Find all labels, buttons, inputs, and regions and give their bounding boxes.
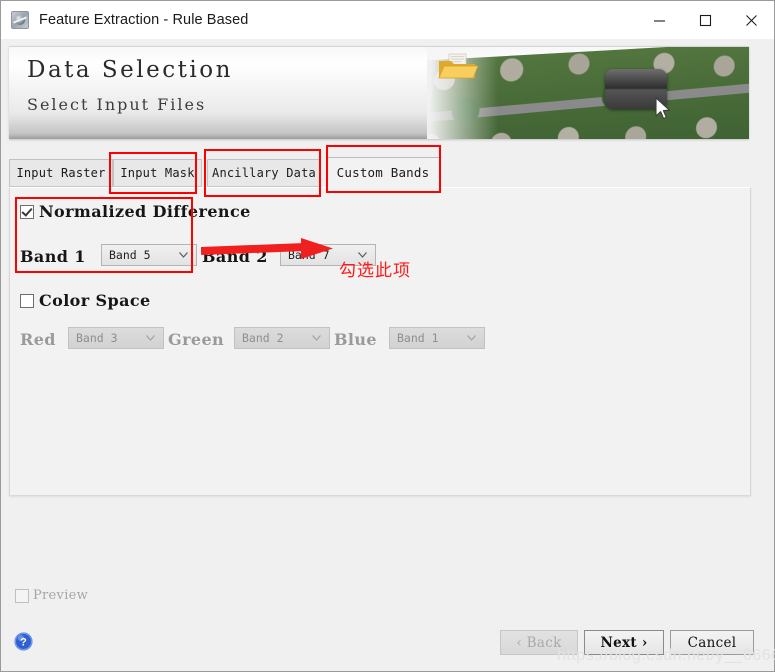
band1-dropdown[interactable]: Band 5 bbox=[101, 244, 197, 266]
normalized-difference-label: Normalized Difference bbox=[39, 202, 251, 221]
custom-bands-panel: Normalized Difference Band 1 Band 5 Band… bbox=[9, 187, 751, 496]
green-label: Green bbox=[168, 330, 225, 349]
banner-title: Data Selection bbox=[27, 57, 233, 83]
application-window: Feature Extraction - Rule Based Data Sel… bbox=[0, 0, 775, 672]
back-button-label: ‹ Back bbox=[516, 634, 562, 651]
close-icon[interactable] bbox=[728, 1, 774, 39]
preview-row[interactable]: Preview bbox=[15, 588, 88, 603]
blue-band-dropdown[interactable]: Band 1 bbox=[389, 327, 485, 349]
help-question-icon[interactable]: ? bbox=[14, 632, 33, 651]
tab-label: Input Mask bbox=[120, 166, 195, 180]
normalized-difference-checkbox[interactable] bbox=[20, 204, 34, 219]
tab-label: Custom Bands bbox=[336, 165, 430, 180]
red-arrow-annotation bbox=[201, 238, 333, 259]
chevron-down-icon bbox=[179, 252, 188, 258]
window-controls bbox=[636, 1, 774, 39]
chevron-down-icon bbox=[312, 335, 321, 341]
blue-label: Blue bbox=[334, 330, 378, 349]
green-band-dropdown[interactable]: Band 2 bbox=[234, 327, 330, 349]
tab-input-raster[interactable]: Input Raster bbox=[9, 159, 113, 187]
tab-input-mask[interactable]: Input Mask bbox=[113, 159, 202, 187]
band1-label: Band 1 bbox=[20, 247, 86, 266]
app-globe-icon bbox=[11, 11, 29, 29]
tab-label: Ancillary Data bbox=[212, 166, 316, 180]
tab-label: Input Raster bbox=[16, 166, 106, 180]
color-space-label: Color Space bbox=[39, 291, 151, 310]
red-label: Red bbox=[20, 330, 56, 349]
svg-text:?: ? bbox=[20, 637, 27, 649]
banner-subtitle: Select Input Files bbox=[27, 95, 207, 114]
tab-strip: Input Raster Input Mask Ancillary Data C… bbox=[9, 157, 751, 188]
chevron-down-icon bbox=[146, 335, 155, 341]
title-bar: Feature Extraction - Rule Based bbox=[1, 1, 774, 39]
red-band-value: Band 3 bbox=[76, 331, 118, 345]
preview-label: Preview bbox=[33, 588, 89, 603]
band1-value: Band 5 bbox=[109, 248, 151, 262]
watermark-text: https://blog.csdn.net/y__6666 bbox=[557, 647, 775, 664]
annotation-note-text: 勾选此项 bbox=[339, 261, 411, 281]
banner-aerial-photo bbox=[427, 47, 749, 139]
green-band-value: Band 2 bbox=[242, 331, 284, 345]
tab-custom-bands[interactable]: Custom Bands bbox=[326, 157, 440, 188]
maximize-icon[interactable] bbox=[682, 1, 728, 39]
color-space-checkbox[interactable] bbox=[20, 293, 34, 308]
arrow-cursor-icon bbox=[655, 97, 671, 120]
normalized-difference-checkbox-row[interactable]: Normalized Difference bbox=[20, 202, 251, 221]
blue-band-value: Band 1 bbox=[397, 331, 439, 345]
wizard-banner: Data Selection Select Input Files bbox=[9, 46, 749, 139]
window-title: Feature Extraction - Rule Based bbox=[39, 12, 249, 28]
red-band-dropdown[interactable]: Band 3 bbox=[68, 327, 164, 349]
preview-checkbox[interactable] bbox=[15, 588, 29, 603]
open-folder-icon bbox=[438, 53, 479, 79]
color-space-checkbox-row[interactable]: Color Space bbox=[20, 291, 151, 310]
chevron-down-icon bbox=[467, 335, 476, 341]
minimize-icon[interactable] bbox=[636, 1, 682, 39]
tab-ancillary-data[interactable]: Ancillary Data bbox=[207, 159, 321, 187]
